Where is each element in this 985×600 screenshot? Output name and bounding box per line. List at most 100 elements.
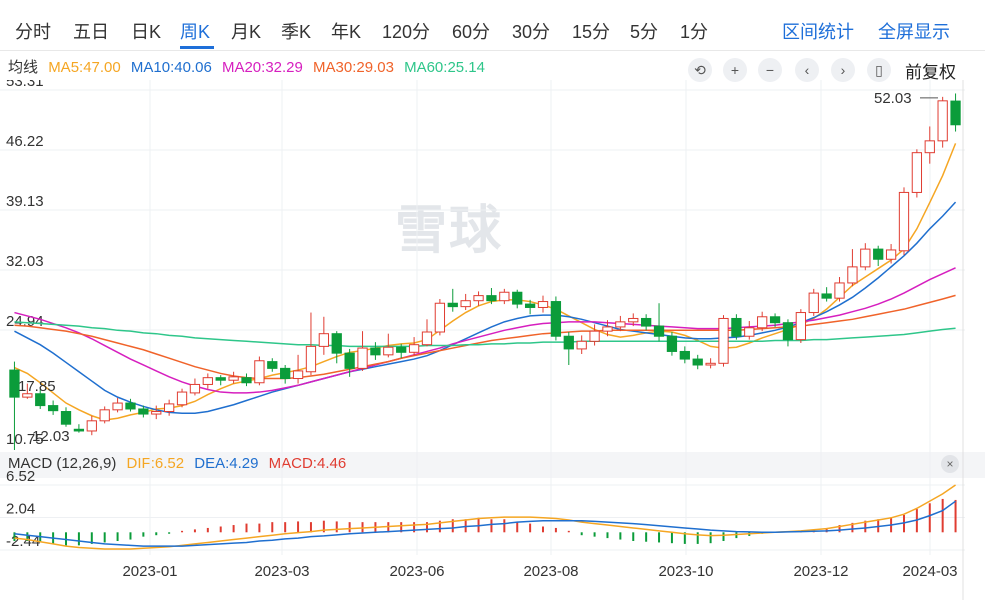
candle-body <box>447 302 458 308</box>
ma5-value: MA5:47.00 <box>48 59 121 76</box>
price-tick-label: 39.13 <box>6 193 44 210</box>
candle-body <box>241 377 252 384</box>
candle-body <box>460 300 471 308</box>
candle-body <box>615 321 626 328</box>
tab-2[interactable]: 日K <box>131 18 161 44</box>
candle-body <box>937 100 948 142</box>
candle-body <box>47 405 59 412</box>
candle-body <box>860 248 871 268</box>
candle-body <box>189 383 201 394</box>
candle-body <box>757 316 768 329</box>
candle-body <box>396 346 407 353</box>
tab-10[interactable]: 15分 <box>572 18 610 44</box>
x-axis-label: 2023-06 <box>389 563 444 580</box>
left-arrow-icon[interactable]: ‹ <box>795 58 819 82</box>
candle-body <box>202 377 213 385</box>
ma5-line <box>14 143 957 421</box>
interval-stats-button[interactable]: 区间统计 <box>782 18 854 44</box>
candle-body <box>795 312 806 341</box>
tab-3[interactable]: 周K <box>180 18 210 44</box>
candle-body <box>35 393 46 407</box>
candle-body <box>834 282 845 299</box>
candle-body <box>873 248 884 260</box>
candle-body <box>357 347 368 369</box>
candle-body <box>563 335 574 350</box>
candle-body <box>125 402 136 410</box>
candle-body <box>885 249 897 260</box>
candle-body <box>950 100 961 126</box>
kline-chart[interactable]: 53.3146.2239.1332.0324.946.522.04-2.4452… <box>0 80 985 600</box>
candle-body <box>176 391 188 406</box>
tab-0[interactable]: 分时 <box>15 18 51 44</box>
tab-7[interactable]: 120分 <box>382 18 430 44</box>
ma-label: 均线 <box>8 59 39 76</box>
tab-4[interactable]: 月K <box>231 18 261 44</box>
candle-body <box>537 301 549 308</box>
price-tick-label: 32.03 <box>6 253 44 270</box>
x-axis-label: 2023-08 <box>523 563 578 580</box>
candle-body <box>692 358 703 366</box>
tab-1[interactable]: 五日 <box>73 18 109 44</box>
dif-line <box>14 484 956 550</box>
tab-6[interactable]: 年K <box>331 18 361 44</box>
candle-body <box>744 327 755 337</box>
candle-body <box>576 340 587 350</box>
fullscreen-button[interactable]: 全屏显示 <box>878 18 950 44</box>
x-axis-label: 2023-12 <box>793 563 848 580</box>
candle-body <box>228 376 239 381</box>
candle-body <box>421 331 433 346</box>
candle-body <box>486 295 497 302</box>
candle-body <box>164 403 175 413</box>
candle-body <box>679 350 690 360</box>
low-price-label: 10.75 <box>6 431 44 448</box>
candle-body <box>73 428 85 432</box>
candle-body <box>254 360 265 384</box>
ma60-value: MA60:25.14 <box>404 59 485 76</box>
undo-icon[interactable]: ⟲ <box>688 58 712 82</box>
dea-line <box>14 500 956 547</box>
candle-body <box>808 292 819 314</box>
bar-style-icon[interactable]: ▯ <box>867 58 891 82</box>
ma60-line <box>14 321 956 348</box>
price-tick-label: 53.31 <box>6 80 44 90</box>
x-axis-label: 2023-10 <box>658 563 713 580</box>
candle-body <box>215 377 226 381</box>
price-tick-label: 46.22 <box>6 133 44 150</box>
candle-body <box>473 295 484 302</box>
candle-body <box>305 345 317 373</box>
candle-body <box>666 335 678 352</box>
candle-body <box>731 317 742 337</box>
candle-body <box>628 317 639 323</box>
tab-12[interactable]: 1分 <box>680 18 708 44</box>
candle-body <box>589 330 600 342</box>
candle-body <box>331 333 342 354</box>
right-arrow-icon[interactable]: › <box>831 58 855 82</box>
tab-9[interactable]: 30分 <box>512 18 550 44</box>
candle-body <box>898 191 910 252</box>
x-axis-label: 2023-01 <box>122 563 177 580</box>
candle-body <box>641 317 652 327</box>
macd-tick-label: 6.52 <box>6 468 35 485</box>
tab-5[interactable]: 季K <box>281 18 311 44</box>
x-axis-label: 2023-03 <box>254 563 309 580</box>
ma10-value: MA10:40.06 <box>130 59 212 76</box>
zoom-in-icon[interactable]: + <box>723 58 747 82</box>
candle-body <box>318 333 329 347</box>
candle-body <box>911 152 923 193</box>
candle-body <box>550 301 562 337</box>
candle-body <box>718 317 729 364</box>
candle-body <box>267 361 278 369</box>
candle-body <box>292 370 304 380</box>
candle-body <box>383 346 394 356</box>
tab-8[interactable]: 60分 <box>452 18 490 44</box>
candle-body <box>769 316 781 324</box>
tab-11[interactable]: 5分 <box>630 18 658 44</box>
candle-body <box>512 291 523 305</box>
ma-legend: 均线 MA5:47.00 MA10:40.06 MA20:32.29 MA30:… <box>8 56 491 76</box>
zoom-out-icon[interactable]: − <box>758 58 782 82</box>
candle-body <box>602 326 613 332</box>
mid-price-label: 17.85 <box>18 378 56 395</box>
candle-body <box>86 420 97 432</box>
candle-body <box>408 344 420 353</box>
candle-body <box>653 325 665 337</box>
